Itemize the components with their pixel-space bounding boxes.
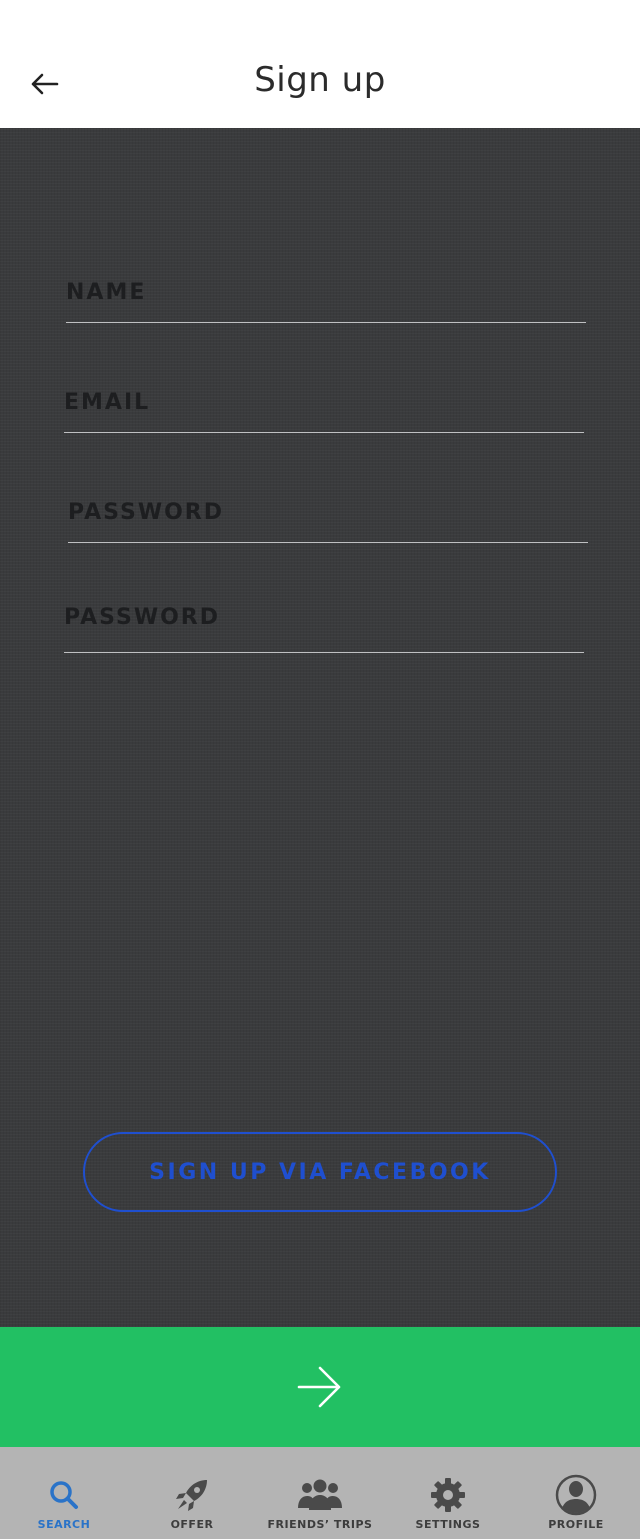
gear-icon (431, 1478, 465, 1512)
nav-label-offer: OFFER (170, 1518, 214, 1531)
confirm-password-field-label: PASSWORD (64, 604, 221, 630)
page-title: Sign up (254, 60, 386, 100)
rocket-icon (176, 1480, 207, 1511)
search-icon (50, 1481, 78, 1509)
name-field-label: NAME (66, 279, 147, 305)
password-field-label: PASSWORD (68, 499, 225, 525)
nav-item-settings[interactable]: SETTINGS (384, 1447, 512, 1539)
bottom-navigation: SEARCH OFFER FRIENDS’ TRIPS SETTINGS PRO… (0, 1447, 640, 1539)
email-field[interactable]: EMAIL (64, 372, 584, 433)
nav-item-offer[interactable]: OFFER (128, 1447, 256, 1539)
nav-label-friends-trips: FRIENDS’ TRIPS (267, 1518, 373, 1531)
facebook-signup-label: SIGN UP VIA FACEBOOK (149, 1159, 491, 1185)
group-icon (298, 1479, 342, 1510)
nav-label-profile: PROFILE (548, 1518, 604, 1531)
next-button[interactable] (0, 1327, 640, 1447)
nav-label-settings: SETTINGS (415, 1518, 481, 1531)
password-field[interactable]: PASSWORD (68, 482, 588, 543)
nav-label-search: SEARCH (37, 1518, 91, 1531)
confirm-password-field[interactable]: PASSWORD (64, 582, 584, 653)
nav-item-search[interactable]: SEARCH (0, 1447, 128, 1539)
app-header: Sign up (0, 0, 640, 128)
nav-item-friends-trips[interactable]: FRIENDS’ TRIPS (256, 1447, 384, 1539)
nav-item-profile[interactable]: PROFILE (512, 1447, 640, 1539)
profile-icon (555, 1474, 597, 1516)
arrow-right-icon (297, 1366, 341, 1408)
facebook-signup-button[interactable]: SIGN UP VIA FACEBOOK (83, 1132, 557, 1212)
name-field[interactable]: NAME (66, 262, 586, 323)
email-field-label: EMAIL (64, 389, 151, 415)
